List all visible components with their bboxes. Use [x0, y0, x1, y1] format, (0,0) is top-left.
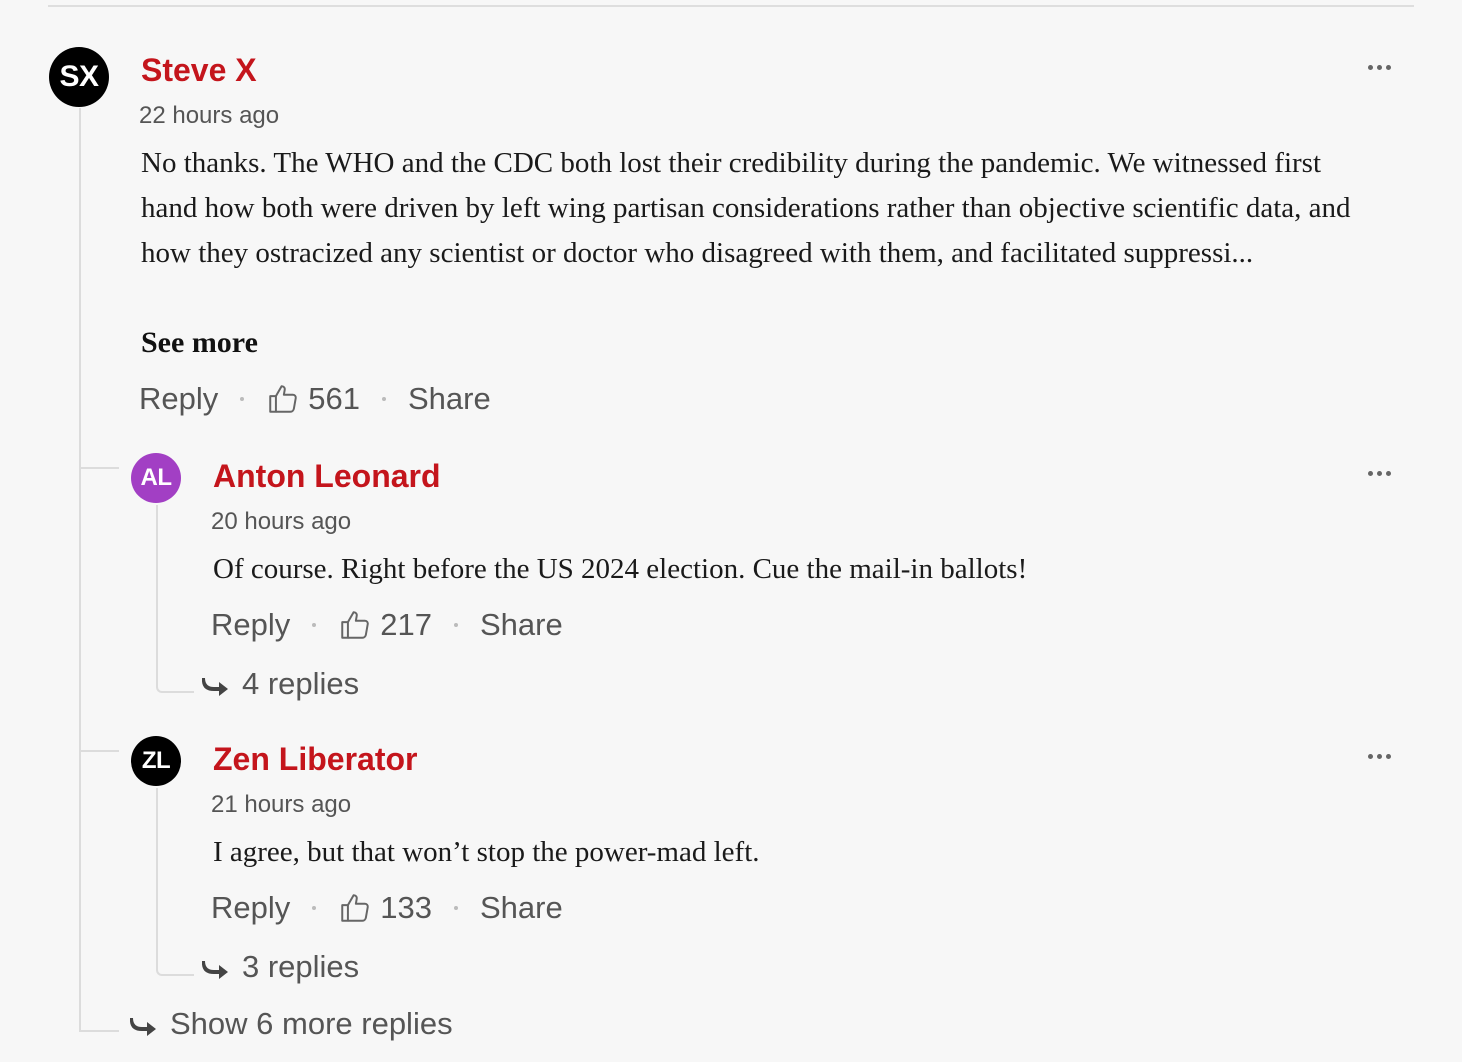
comment-time: 20 hours ago	[211, 508, 352, 535]
comment-actions: Reply 217 Share	[211, 607, 563, 643]
thread-line-reply-1	[156, 505, 194, 693]
more-options-icon[interactable]	[1368, 65, 1391, 70]
comment-actions: Reply 133 Share	[211, 890, 563, 926]
show-more-replies-link[interactable]: Show 6 more replies	[130, 1006, 453, 1042]
show-more-replies-label: Show 6 more replies	[170, 1006, 453, 1041]
thumbs-up-icon	[341, 611, 370, 639]
comment-author[interactable]: Anton Leonard	[213, 458, 441, 495]
share-button[interactable]: Share	[480, 890, 563, 926]
top-divider	[48, 5, 1414, 7]
more-options-icon[interactable]	[1368, 471, 1391, 476]
comment-text: No thanks. The WHO and the CDC both lost…	[141, 147, 1351, 269]
thumbs-up-icon	[269, 385, 298, 413]
avatar[interactable]: AL	[131, 453, 181, 503]
avatar[interactable]: ZL	[131, 736, 181, 786]
reply-arrow-icon	[202, 961, 228, 979]
reply-arrow-icon	[202, 678, 228, 696]
thumbs-up-icon	[341, 894, 370, 922]
like-count: 217	[380, 607, 432, 642]
thread-branch-reply-2	[79, 750, 119, 752]
thread-line-reply-2	[156, 788, 194, 976]
replies-count: 3 replies	[242, 949, 360, 984]
view-replies-link[interactable]: 4 replies	[202, 666, 359, 702]
share-button[interactable]: Share	[408, 381, 491, 417]
comment-actions: Reply 561 Share	[139, 381, 491, 417]
separator-dot	[312, 906, 317, 910]
comment-time: 22 hours ago	[139, 102, 280, 129]
like-button[interactable]: 133	[338, 890, 432, 926]
separator-dot	[312, 623, 317, 627]
comment-author[interactable]: Zen Liberator	[213, 741, 417, 778]
comment-text: I agree, but that won’t stop the power-m…	[213, 836, 760, 868]
separator-dot	[454, 623, 458, 627]
reply-button[interactable]: Reply	[211, 607, 290, 643]
avatar[interactable]: SX	[49, 47, 109, 107]
reply-button[interactable]: Reply	[139, 381, 218, 417]
thread-branch-show-more	[79, 1030, 119, 1032]
separator-dot	[240, 397, 245, 401]
view-replies-link[interactable]: 3 replies	[202, 949, 359, 985]
thread-branch-reply-1	[79, 467, 119, 469]
like-button[interactable]: 217	[338, 607, 432, 643]
like-count: 561	[308, 381, 360, 416]
separator-dot	[454, 906, 458, 910]
comment-time: 21 hours ago	[211, 791, 352, 818]
reply-button[interactable]: Reply	[211, 890, 290, 926]
like-count: 133	[380, 890, 432, 925]
share-button[interactable]: Share	[480, 607, 563, 643]
see-more-link[interactable]: See more	[141, 326, 258, 360]
replies-count: 4 replies	[242, 666, 360, 701]
comment-text: Of course. Right before the US 2024 elec…	[213, 553, 1028, 585]
thread-line-main	[79, 108, 81, 1030]
more-options-icon[interactable]	[1368, 754, 1391, 759]
comment-author[interactable]: Steve X	[141, 52, 257, 89]
like-button[interactable]: 561	[266, 381, 360, 417]
reply-arrow-icon	[130, 1018, 156, 1036]
separator-dot	[382, 397, 386, 401]
